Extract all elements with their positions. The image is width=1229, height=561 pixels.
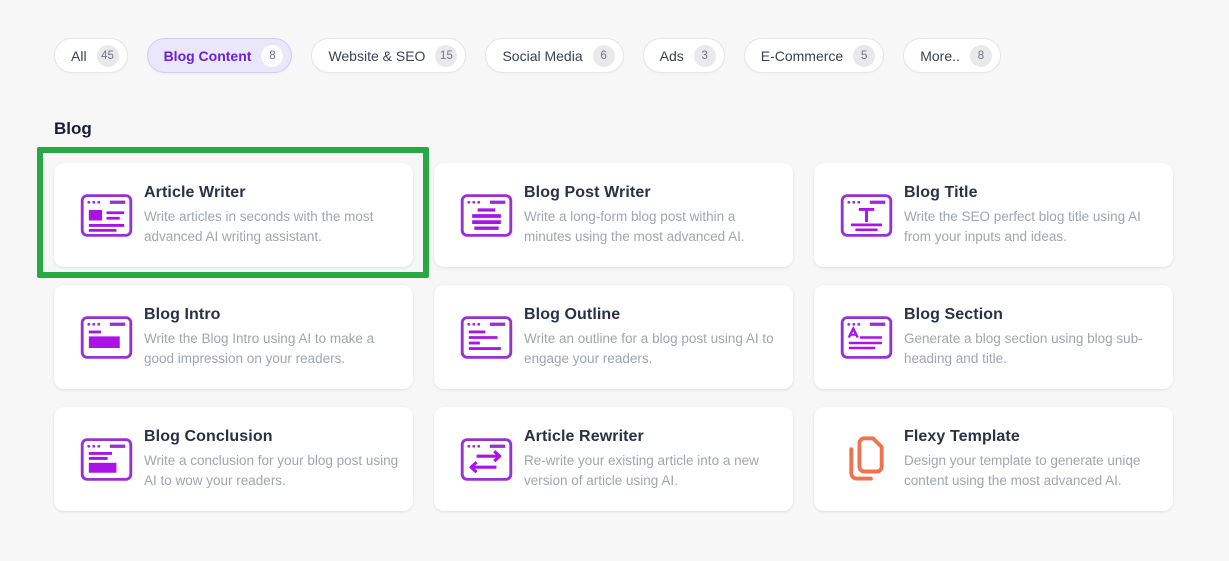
- card-description: Write a conclusion for your blog post us…: [144, 452, 399, 488]
- blog-outline-icon: [460, 314, 513, 361]
- section-heading-blog: Blog: [54, 119, 92, 138]
- tab-count-badge: 3: [693, 44, 716, 67]
- tool-card-grid: Article Writer Write articles in seconds…: [54, 163, 1173, 511]
- card-title: Blog Conclusion: [144, 427, 273, 445]
- card-description: Design your template to generate uniqe c…: [904, 452, 1141, 488]
- card-description: Write the SEO perfect blog title using A…: [904, 208, 1141, 244]
- tab-label: Social Media: [502, 47, 583, 64]
- card-description: Write articles in seconds with the most …: [144, 208, 374, 244]
- card-title: Article Writer: [144, 183, 246, 201]
- tab-label: Website & SEO: [328, 47, 426, 64]
- tab-count-badge: 8: [261, 44, 284, 67]
- tab-count-badge: 8: [969, 44, 992, 67]
- card-title: Flexy Template: [904, 427, 1020, 445]
- tab-ads[interactable]: Ads 3: [642, 38, 725, 73]
- card-text: Article Rewriter Re-write your existing …: [524, 428, 786, 491]
- tab-social-media[interactable]: Social Media 6: [485, 38, 624, 73]
- card-blog-section[interactable]: Blog Section Generate a blog section usi…: [814, 285, 1173, 389]
- tab-blog-content[interactable]: Blog Content 8: [146, 38, 293, 73]
- card-blog-intro[interactable]: Blog Intro Write the Blog Intro using AI…: [54, 285, 413, 389]
- blog-section-icon: [840, 314, 893, 361]
- blog-post-writer-icon: [460, 192, 513, 239]
- article-writer-icon: [80, 192, 133, 239]
- tab-label: More..: [920, 47, 960, 64]
- card-title: Blog Title: [904, 183, 978, 201]
- article-rewriter-icon: [460, 436, 513, 483]
- tab-label: E-Commerce: [760, 47, 844, 64]
- card-text: Blog Section Generate a blog section usi…: [904, 306, 1166, 369]
- card-text: Blog Outline Write an outline for a blog…: [524, 306, 786, 369]
- tab-count-badge: 15: [435, 44, 458, 67]
- card-description: Generate a blog section using blog sub-h…: [904, 330, 1143, 366]
- card-title: Blog Post Writer: [524, 183, 651, 201]
- blog-title-icon: [840, 192, 893, 239]
- card-text: Flexy Template Design your template to g…: [904, 428, 1166, 491]
- card-description: Write a long-form blog post within a min…: [524, 208, 745, 244]
- tab-count-badge: 45: [96, 44, 119, 67]
- card-blog-title[interactable]: Blog Title Write the SEO perfect blog ti…: [814, 163, 1173, 267]
- tab-website-seo[interactable]: Website & SEO 15: [311, 38, 467, 73]
- flexy-template-icon: [840, 434, 893, 484]
- card-text: Blog Conclusion Write a conclusion for y…: [144, 428, 406, 491]
- card-article-rewriter[interactable]: Article Rewriter Re-write your existing …: [434, 407, 793, 511]
- tab-count-badge: 6: [592, 44, 615, 67]
- card-blog-conclusion[interactable]: Blog Conclusion Write a conclusion for y…: [54, 407, 413, 511]
- card-description: Re-write your existing article into a ne…: [524, 452, 759, 488]
- card-description: Write the Blog Intro using AI to make a …: [144, 330, 375, 366]
- tab-label: All: [71, 47, 87, 64]
- card-title: Blog Intro: [144, 305, 221, 323]
- blog-intro-icon: [80, 314, 133, 361]
- card-title: Blog Outline: [524, 305, 621, 323]
- tab-label: Blog Content: [163, 47, 252, 64]
- filter-tab-bar: All 45 Blog Content 8 Website & SEO 15 S…: [54, 38, 1001, 73]
- blog-conclusion-icon: [80, 436, 133, 483]
- card-title: Article Rewriter: [524, 427, 644, 445]
- tab-count-badge: 5: [853, 44, 876, 67]
- card-text: Blog Title Write the SEO perfect blog ti…: [904, 184, 1166, 247]
- card-text: Blog Intro Write the Blog Intro using AI…: [144, 306, 406, 369]
- card-description: Write an outline for a blog post using A…: [524, 330, 774, 366]
- card-blog-outline[interactable]: Blog Outline Write an outline for a blog…: [434, 285, 793, 389]
- tab-more[interactable]: More.. 8: [903, 38, 1001, 73]
- card-article-writer[interactable]: Article Writer Write articles in seconds…: [54, 163, 413, 267]
- card-title: Blog Section: [904, 305, 1003, 323]
- card-flexy-template[interactable]: Flexy Template Design your template to g…: [814, 407, 1173, 511]
- tab-label: Ads: [659, 47, 684, 64]
- card-text: Article Writer Write articles in seconds…: [144, 184, 406, 247]
- card-blog-post-writer[interactable]: Blog Post Writer Write a long-form blog …: [434, 163, 793, 267]
- card-text: Blog Post Writer Write a long-form blog …: [524, 184, 786, 247]
- tab-ecommerce[interactable]: E-Commerce 5: [743, 38, 885, 73]
- tab-all[interactable]: All 45: [54, 38, 128, 73]
